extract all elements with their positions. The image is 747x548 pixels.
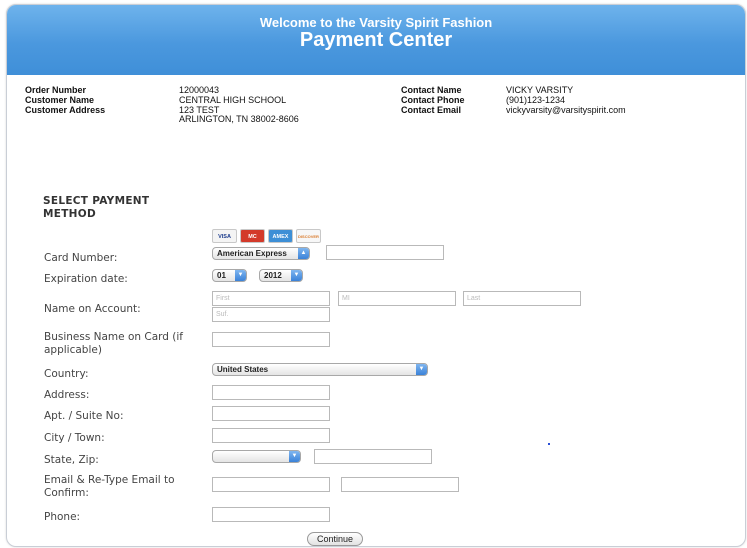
- section-title-line2: METHOD: [43, 208, 97, 220]
- last-name-input[interactable]: Last: [463, 291, 581, 306]
- card-number-label: Card Number:: [44, 252, 118, 264]
- contact-name-label: Contact Name: [401, 85, 462, 95]
- country-value: United States: [217, 365, 269, 374]
- address-label: Address:: [44, 389, 90, 401]
- customer-address-label: Customer Address: [25, 105, 106, 115]
- business-name-label: Business Name on Card (if applicable): [44, 331, 183, 357]
- country-select[interactable]: United States ▼: [212, 363, 428, 376]
- exp-year-value: 2012: [264, 271, 282, 280]
- card-type-select[interactable]: American Express ▲: [212, 247, 310, 260]
- section-title-line1: SELECT PAYMENT: [43, 195, 150, 207]
- business-name-input[interactable]: [212, 332, 330, 347]
- apt-suite-input[interactable]: [212, 406, 330, 421]
- confirm-email-input[interactable]: [341, 477, 459, 492]
- email-label-line1: Email & Re-Type Email to: [44, 474, 175, 486]
- city-town-input[interactable]: [212, 428, 330, 443]
- order-number-value: 12000043: [179, 85, 220, 95]
- address-input[interactable]: [212, 385, 330, 400]
- customer-name-value: CENTRAL HIGH SCHOOL: [179, 95, 287, 105]
- payment-window: Welcome to the Varsity Spirit Fashion Pa…: [6, 4, 746, 547]
- contact-name-value: VICKY VARSITY: [506, 85, 574, 95]
- amex-icon: AMEX: [268, 229, 293, 243]
- order-number-label: Order Number: [25, 85, 87, 95]
- middle-initial-input[interactable]: MI: [338, 291, 456, 306]
- exp-month-select[interactable]: 01 ▼: [212, 269, 247, 282]
- business-name-label-line2: applicable): [44, 344, 102, 356]
- visa-icon: VISA: [212, 229, 237, 243]
- state-zip-label: State, Zip:: [44, 454, 99, 466]
- expiration-label: Expiration date:: [44, 273, 128, 285]
- contact-phone-label: Contact Phone: [401, 95, 465, 105]
- email-label-line2: Confirm:: [44, 487, 89, 499]
- exp-year-select[interactable]: 2012 ▼: [259, 269, 303, 282]
- chevron-down-icon: ▼: [235, 270, 246, 281]
- chevron-down-icon: ▼: [416, 364, 427, 375]
- discover-icon: DISCOVER: [296, 229, 321, 243]
- email-label: Email & Re-Type Email to Confirm:: [44, 474, 175, 500]
- chevron-down-icon: ▼: [289, 451, 300, 462]
- business-name-label-line1: Business Name on Card (if: [44, 331, 183, 343]
- contact-email-label: Contact Email: [401, 105, 462, 115]
- chevron-down-icon: ▼: [291, 270, 302, 281]
- section-title: SELECT PAYMENT METHOD: [43, 195, 149, 221]
- zip-input[interactable]: [314, 449, 432, 464]
- exp-month-value: 01: [217, 271, 226, 280]
- name-on-account-label: Name on Account:: [44, 303, 141, 315]
- card-number-input[interactable]: [326, 245, 444, 260]
- customer-address-line2: ARLINGTON, TN 38002-8606: [179, 114, 299, 124]
- welcome-text: Welcome to the Varsity Spirit Fashion: [259, 15, 493, 30]
- chevron-down-icon: ▲: [298, 248, 309, 259]
- apt-suite-label: Apt. / Suite No:: [44, 410, 124, 422]
- header-banner: Welcome to the Varsity Spirit Fashion Pa…: [7, 5, 745, 75]
- card-type-value: American Express: [217, 249, 287, 258]
- phone-input[interactable]: [212, 507, 330, 522]
- page-title: Payment Center: [299, 29, 453, 51]
- stray-dot: [548, 443, 550, 445]
- mastercard-icon: MC: [240, 229, 265, 243]
- email-input[interactable]: [212, 477, 330, 492]
- customer-name-label: Customer Name: [25, 95, 95, 105]
- city-town-label: City / Town:: [44, 432, 105, 444]
- state-select[interactable]: ▼: [212, 450, 301, 463]
- continue-button[interactable]: Continue: [307, 532, 363, 546]
- first-name-input[interactable]: First: [212, 291, 330, 306]
- phone-label: Phone:: [44, 511, 81, 523]
- country-label: Country:: [44, 368, 89, 380]
- contact-phone-value: (901)123-1234: [506, 95, 566, 105]
- suffix-input[interactable]: Suf.: [212, 307, 330, 322]
- contact-email-value: vickyvarsity@varsityspirit.com: [506, 105, 626, 115]
